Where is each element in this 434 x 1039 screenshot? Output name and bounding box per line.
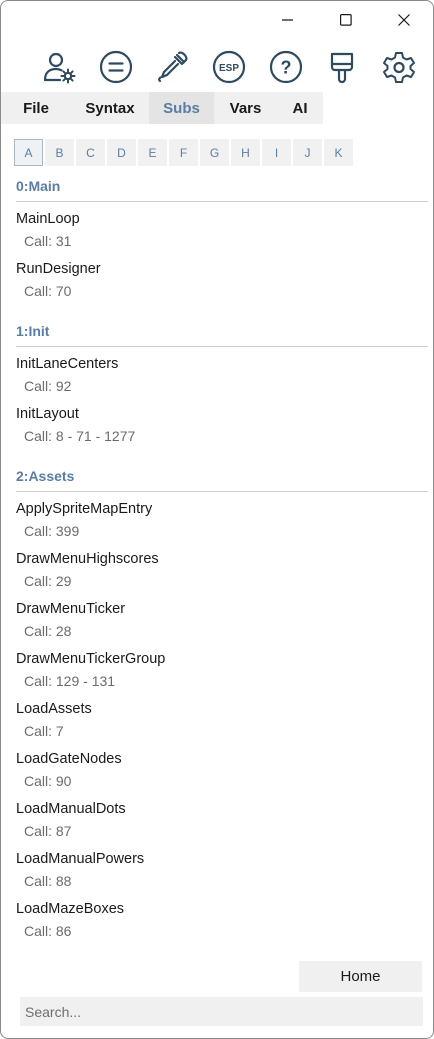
app-window: ESP ? File Syntax Subs Vars AI A B C D E… <box>0 0 434 1039</box>
close-icon <box>398 14 410 26</box>
list-item: RunDesigner Call: 70 <box>16 255 428 305</box>
minimize-icon <box>282 19 293 21</box>
sub-call[interactable]: Call: 87 <box>16 820 428 845</box>
equals-button[interactable] <box>96 47 136 87</box>
list-item: LoadMazeBoxes Call: 86 <box>16 895 428 945</box>
sub-name[interactable]: LoadMazeBoxes <box>16 895 428 920</box>
paint-brush-button[interactable] <box>322 47 362 87</box>
sub-name[interactable]: LoadManualDots <box>16 795 428 820</box>
list-item: DrawMenuTicker Call: 28 <box>16 595 428 645</box>
sub-name[interactable]: DrawMenuTicker <box>16 595 428 620</box>
list-item: LoadAssets Call: 7 <box>16 695 428 745</box>
letter-button-f[interactable]: F <box>169 139 198 166</box>
group-assets: 2:Assets ApplySpriteMapEntry Call: 399 D… <box>16 459 428 945</box>
list-item: InitLaneCenters Call: 92 <box>16 350 428 400</box>
group-title: 0:Main <box>16 169 428 202</box>
list-item: LoadManualDots Call: 87 <box>16 795 428 845</box>
maximize-icon <box>340 14 352 26</box>
minimize-button[interactable] <box>259 3 317 37</box>
sub-name[interactable]: DrawMenuTickerGroup <box>16 645 428 670</box>
svg-text:ESP: ESP <box>219 63 239 74</box>
sub-call[interactable]: Call: 86 <box>16 920 428 945</box>
list-item: LoadGateNodes Call: 90 <box>16 745 428 795</box>
tab-syntax[interactable]: Syntax <box>71 92 149 124</box>
sub-call[interactable]: Call: 88 <box>16 870 428 895</box>
subs-list: 0:Main MainLoop Call: 31 RunDesigner Cal… <box>16 169 428 954</box>
help-icon: ? <box>269 50 302 84</box>
tab-subs[interactable]: Subs <box>149 92 214 124</box>
gear-icon <box>382 52 415 83</box>
sub-name[interactable]: LoadAssets <box>16 695 428 720</box>
search-input[interactable] <box>20 997 423 1026</box>
letter-button-b[interactable]: B <box>45 139 74 166</box>
eyedropper-icon <box>158 51 188 83</box>
sub-name[interactable]: LoadManualPowers <box>16 845 428 870</box>
sub-name[interactable]: RunDesigner <box>16 255 428 280</box>
settings-button[interactable] <box>379 47 419 87</box>
letter-button-j[interactable]: J <box>293 139 322 166</box>
letter-filter-bar: A B C D E F G H I J K <box>14 139 353 166</box>
sub-call[interactable]: Call: 92 <box>16 375 428 400</box>
sub-name[interactable]: InitLayout <box>16 400 428 425</box>
sub-call[interactable]: Call: 31 <box>16 230 428 255</box>
home-button[interactable]: Home <box>299 961 422 992</box>
sub-call[interactable]: Call: 8 - 71 - 1277 <box>16 425 428 450</box>
list-item: MainLoop Call: 31 <box>16 205 428 255</box>
tab-ai[interactable]: AI <box>277 92 323 124</box>
letter-button-c[interactable]: C <box>76 139 105 166</box>
tab-file[interactable]: File <box>1 92 71 124</box>
list-item: ApplySpriteMapEntry Call: 399 <box>16 495 428 545</box>
group-title: 2:Assets <box>16 459 428 492</box>
sub-name[interactable]: LoadGateNodes <box>16 745 428 770</box>
letter-button-d[interactable]: D <box>107 139 136 166</box>
paint-brush-icon <box>331 52 354 84</box>
sub-name[interactable]: DrawMenuHighscores <box>16 545 428 570</box>
sub-name[interactable]: MainLoop <box>16 205 428 230</box>
esp-icon: ESP <box>212 50 246 84</box>
equals-icon <box>99 50 132 84</box>
letter-button-h[interactable]: H <box>231 139 260 166</box>
sub-call[interactable]: Call: 28 <box>16 620 428 645</box>
letter-button-k[interactable]: K <box>324 139 353 166</box>
list-item: InitLayout Call: 8 - 71 - 1277 <box>16 400 428 450</box>
close-button[interactable] <box>375 3 433 37</box>
list-item: DrawMenuHighscores Call: 29 <box>16 545 428 595</box>
letter-button-i[interactable]: I <box>262 139 291 166</box>
menu-tabs: File Syntax Subs Vars AI <box>1 92 323 124</box>
letter-button-a[interactable]: A <box>14 139 43 166</box>
eyedropper-button[interactable] <box>152 47 192 87</box>
maximize-button[interactable] <box>317 3 375 37</box>
sub-call[interactable]: Call: 399 <box>16 520 428 545</box>
sub-name[interactable]: ApplySpriteMapEntry <box>16 495 428 520</box>
group-title: 1:Init <box>16 314 428 347</box>
user-settings-button[interactable] <box>39 47 79 87</box>
sub-call[interactable]: Call: 129 - 131 <box>16 670 428 695</box>
user-settings-icon <box>43 52 76 84</box>
sub-name[interactable]: InitLaneCenters <box>16 350 428 375</box>
sub-call[interactable]: Call: 29 <box>16 570 428 595</box>
tab-vars[interactable]: Vars <box>214 92 277 124</box>
icon-toolbar: ESP ? <box>39 45 419 89</box>
sub-call[interactable]: Call: 90 <box>16 770 428 795</box>
letter-button-e[interactable]: E <box>138 139 167 166</box>
svg-text:?: ? <box>280 58 291 78</box>
esp-button[interactable]: ESP <box>209 47 249 87</box>
sub-call[interactable]: Call: 7 <box>16 720 428 745</box>
list-item: LoadManualPowers Call: 88 <box>16 845 428 895</box>
letter-button-g[interactable]: G <box>200 139 229 166</box>
list-item: DrawMenuTickerGroup Call: 129 - 131 <box>16 645 428 695</box>
sub-call[interactable]: Call: 70 <box>16 280 428 305</box>
help-button[interactable]: ? <box>266 47 306 87</box>
group-main: 0:Main MainLoop Call: 31 RunDesigner Cal… <box>16 169 428 305</box>
window-controls <box>259 3 433 37</box>
group-init: 1:Init InitLaneCenters Call: 92 InitLayo… <box>16 314 428 450</box>
